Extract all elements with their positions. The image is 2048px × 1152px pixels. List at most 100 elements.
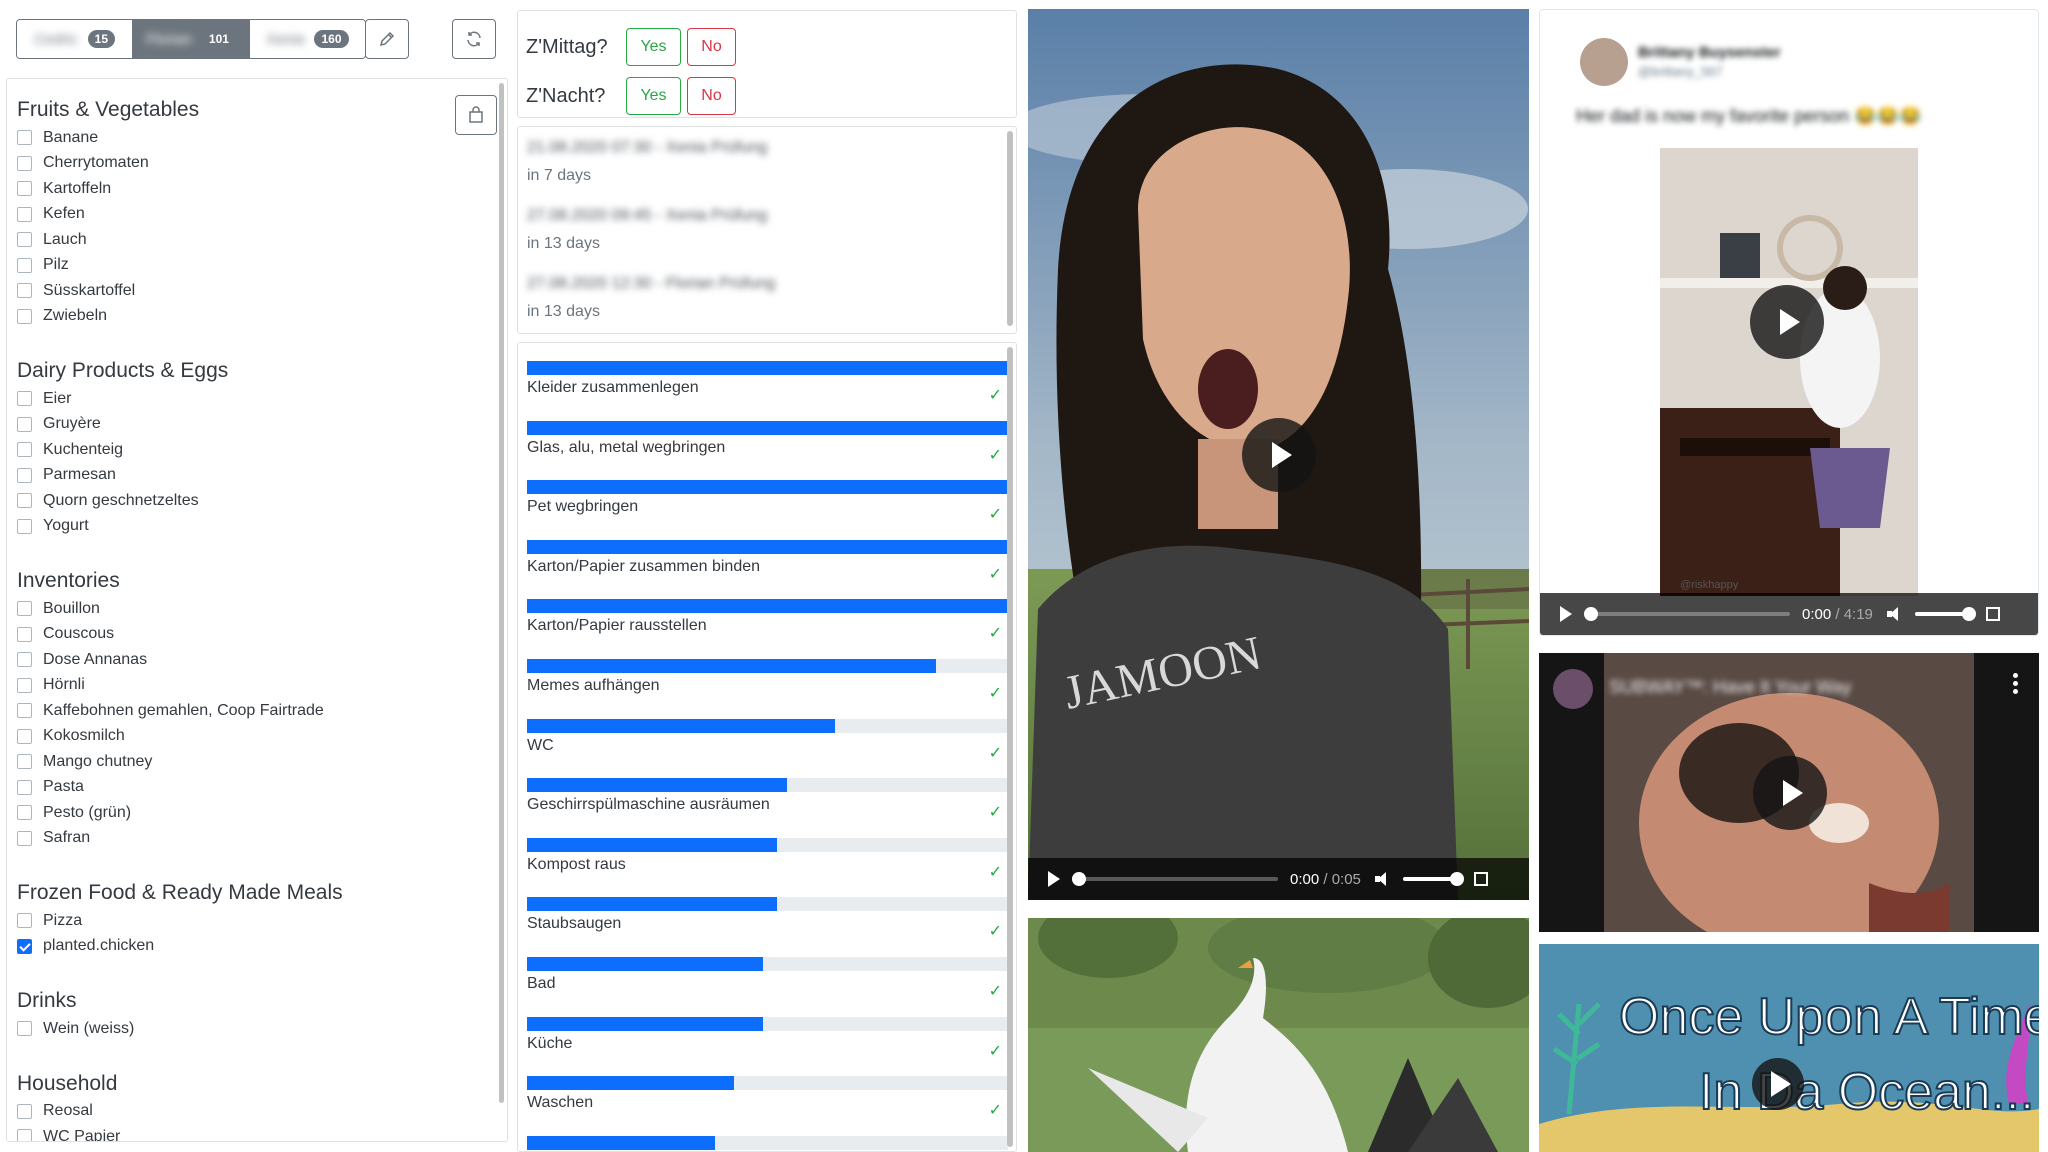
task-item[interactable]: Karton/Papier zusammen binden ✓ — [527, 539, 1008, 600]
list-item[interactable]: Parmesan — [17, 463, 228, 489]
progress-bar[interactable] — [1072, 872, 1278, 886]
check-icon[interactable]: ✓ — [989, 623, 1002, 643]
tasks-panel[interactable]: Kleider zusammenlegen ✓ Glas, alu, metal w… — [517, 342, 1017, 1152]
task-item[interactable]: Kleider zusammenlegen ✓ — [527, 361, 1008, 421]
list-item[interactable]: Süsskartoffel — [17, 278, 199, 304]
list-item[interactable]: planted.chicken — [17, 934, 343, 960]
item-checkbox[interactable] — [17, 493, 32, 509]
events-panel[interactable]: 21.08.2020 07:30 - Xenia Prüfung in 7 da… — [517, 126, 1017, 334]
task-item[interactable]: Geschirrspülmaschine ausräumen ✓ — [527, 778, 1008, 838]
lunch-yes-button[interactable]: Yes — [626, 28, 681, 66]
item-checkbox[interactable] — [17, 467, 32, 483]
dinner-no-button[interactable]: No — [687, 77, 736, 115]
check-icon[interactable]: ✓ — [989, 981, 1002, 1001]
check-icon[interactable]: ✓ — [989, 445, 1002, 465]
person-tab[interactable]: Florian 101 — [133, 20, 250, 58]
item-checkbox[interactable] — [17, 677, 32, 693]
list-item[interactable]: Kartoffeln — [17, 176, 199, 202]
refresh-button[interactable] — [452, 19, 496, 59]
tweet-progress-handle[interactable] — [1584, 607, 1598, 621]
main-video[interactable]: JAMOON 0:00 / 0:05 — [1028, 9, 1529, 900]
fullscreen-icon[interactable] — [1473, 872, 1488, 886]
list-item[interactable]: Bouillon — [17, 596, 324, 622]
task-item[interactable]: Staubsaugen ✓ — [527, 897, 1008, 957]
progress-handle[interactable] — [1072, 872, 1086, 886]
check-icon[interactable]: ✓ — [989, 385, 1002, 405]
events-scrollbar[interactable] — [1007, 131, 1013, 326]
volume-handle[interactable] — [1449, 872, 1464, 886]
item-checkbox[interactable] — [17, 416, 32, 432]
item-checkbox[interactable] — [17, 728, 32, 744]
list-item[interactable]: Hörnli — [17, 673, 324, 699]
item-checkbox[interactable] — [17, 830, 32, 846]
list-item[interactable]: Eier — [17, 386, 228, 412]
ocean-play-button[interactable] — [1752, 1058, 1804, 1110]
check-icon[interactable]: ✓ — [989, 862, 1002, 882]
item-checkbox[interactable] — [17, 518, 32, 534]
shopping-bag-button[interactable] — [455, 95, 497, 135]
list-item[interactable]: Kuchenteig — [17, 437, 228, 463]
check-icon[interactable]: ✓ — [989, 1100, 1002, 1120]
list-item[interactable]: Reosal — [17, 1099, 120, 1125]
item-checkbox[interactable] — [17, 308, 32, 324]
person-tab[interactable]: Cedric 15 — [17, 20, 134, 58]
tweet-video[interactable]: @riskhappy — [1660, 148, 1918, 596]
item-checkbox[interactable] — [17, 754, 32, 770]
check-icon[interactable]: ✓ — [989, 683, 1002, 703]
tasks-scrollbar[interactable] — [1007, 347, 1013, 1147]
item-checkbox[interactable] — [17, 913, 32, 929]
item-checkbox[interactable] — [17, 805, 32, 821]
youtube-play-button[interactable] — [1753, 756, 1827, 830]
item-checkbox[interactable] — [17, 181, 32, 197]
person-tab[interactable]: Xenia 160 — [249, 20, 365, 58]
check-icon[interactable]: ✓ — [989, 1041, 1002, 1061]
item-checkbox[interactable] — [17, 626, 32, 642]
tweet-fullscreen-icon[interactable] — [1985, 607, 2000, 621]
list-item[interactable]: Kefen — [17, 202, 199, 228]
ocean-video[interactable]: Once Upon A Time In Da Ocean... — [1539, 944, 2039, 1152]
task-item[interactable]: Waschen ✓ — [527, 1076, 1008, 1136]
task-item[interactable]: ✓ — [527, 1135, 1008, 1151]
tweet-volume-icon[interactable] — [1886, 607, 1905, 621]
task-item[interactable]: Pet wegbringen ✓ — [527, 480, 1008, 540]
task-item[interactable]: Karton/Papier rausstellen ✓ — [527, 599, 1008, 659]
list-item[interactable]: Gruyère — [17, 412, 228, 438]
play-icon[interactable] — [1048, 871, 1060, 887]
list-item[interactable]: Kaffebohnen gemahlen, Coop Fairtrade — [17, 698, 324, 724]
volume-icon[interactable] — [1374, 872, 1393, 886]
tweet-progress-bar[interactable] — [1584, 607, 1790, 621]
check-icon[interactable]: ✓ — [989, 504, 1002, 524]
item-checkbox[interactable] — [17, 257, 32, 273]
channel-avatar[interactable] — [1553, 669, 1593, 709]
task-item[interactable]: Memes aufhängen ✓ — [527, 659, 1008, 719]
tweet-volume-slider[interactable] — [1914, 607, 1976, 621]
check-icon[interactable]: ✓ — [989, 802, 1002, 822]
scrollbar[interactable] — [499, 83, 504, 1103]
list-item[interactable]: Pasta — [17, 775, 324, 801]
item-checkbox[interactable] — [17, 206, 32, 222]
item-checkbox[interactable] — [17, 232, 32, 248]
check-icon[interactable]: ✓ — [989, 743, 1002, 763]
task-item[interactable]: Bad ✓ — [527, 957, 1008, 1017]
list-item[interactable]: Kokosmilch — [17, 724, 324, 750]
list-item[interactable]: WC Papier — [17, 1124, 120, 1141]
list-item[interactable]: Pesto (grün) — [17, 800, 324, 826]
item-checkbox[interactable] — [17, 442, 32, 458]
item-checkbox[interactable] — [17, 938, 32, 954]
edit-button[interactable] — [365, 19, 409, 59]
item-checkbox[interactable] — [17, 130, 32, 146]
dinner-yes-button[interactable]: Yes — [626, 77, 681, 115]
item-checkbox[interactable] — [17, 703, 32, 719]
youtube-embed[interactable]: SUBWAY™: Have It Your Way — [1539, 653, 2039, 932]
item-checkbox[interactable] — [17, 1021, 32, 1037]
list-item[interactable]: Pilz — [17, 253, 199, 279]
item-checkbox[interactable] — [17, 1103, 32, 1119]
check-icon[interactable]: ✓ — [989, 564, 1002, 584]
task-item[interactable]: Glas, alu, metal wegbringen ✓ — [527, 420, 1008, 481]
check-icon[interactable]: ✓ — [989, 921, 1002, 941]
youtube-title[interactable]: SUBWAY™: Have It Your Way — [1609, 677, 1851, 698]
list-item[interactable]: Dose Annanas — [17, 647, 324, 673]
list-item[interactable]: Quorn geschnetzeltes — [17, 488, 228, 514]
list-item[interactable]: Cherrytomaten — [17, 151, 199, 177]
shopping-list[interactable]: Fruits & Vegetables Banane Cherrytomaten Ka… — [6, 78, 508, 1142]
